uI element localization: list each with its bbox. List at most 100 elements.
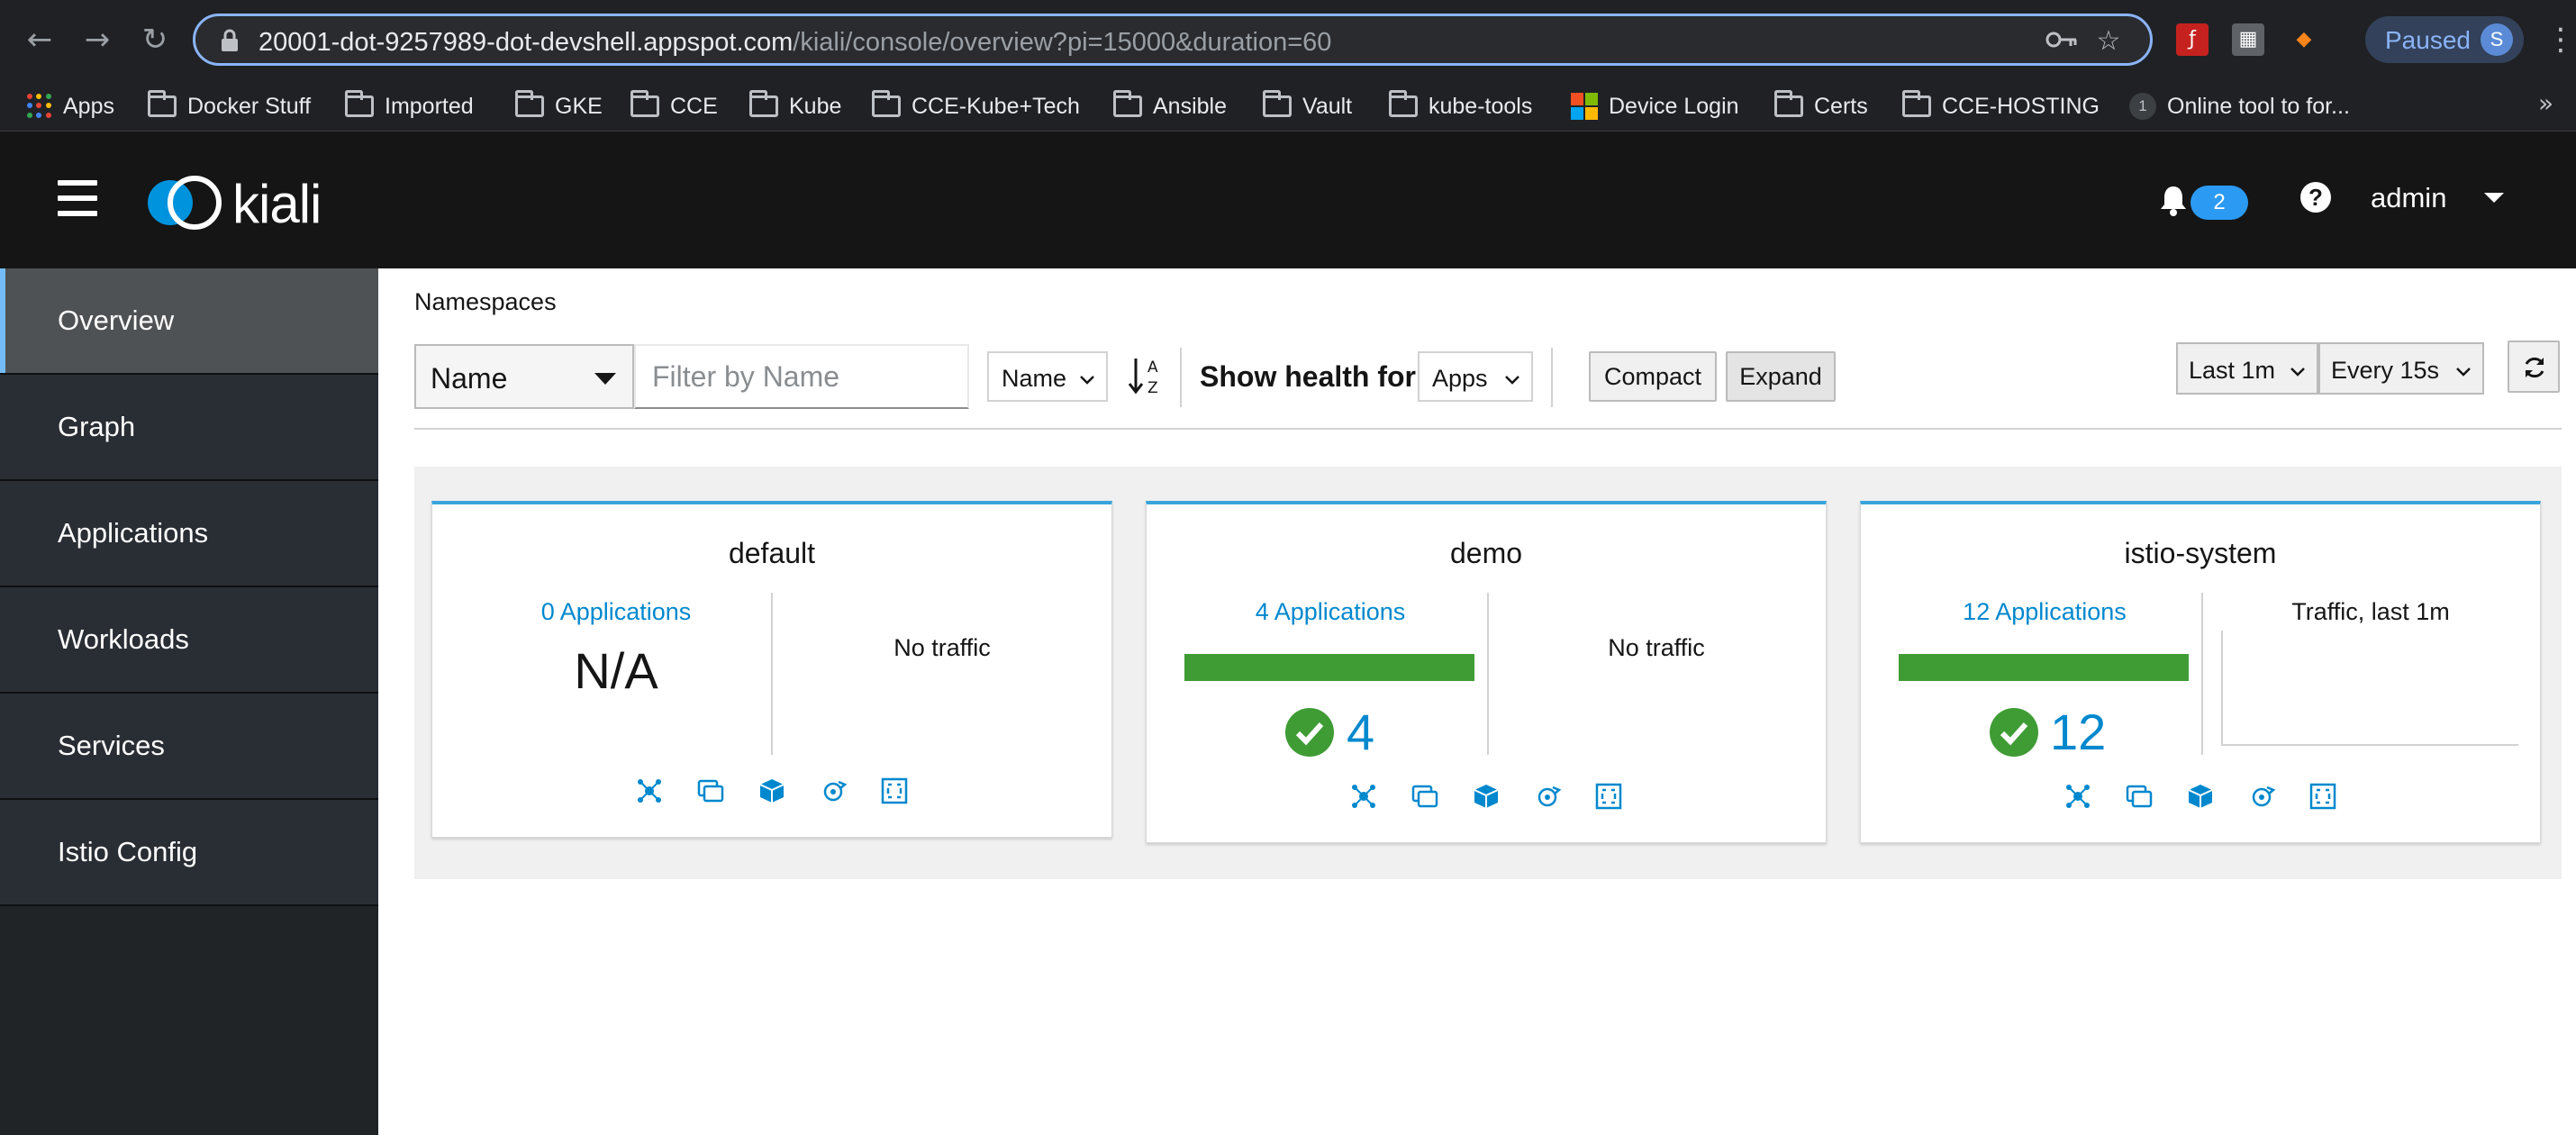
- health-type-select[interactable]: Apps: [1418, 351, 1533, 402]
- workloads-icon[interactable]: [757, 776, 786, 805]
- chevron-down-icon: [1505, 376, 1519, 385]
- workloads-icon[interactable]: [2186, 782, 2215, 811]
- duration-select[interactable]: Last 1m: [2176, 342, 2318, 395]
- sidebar-item-label: Applications: [58, 517, 209, 549]
- chevron-down-icon[interactable]: [2481, 184, 2508, 211]
- namespace-card-default: default 0 Applications N/A No traffic: [431, 501, 1112, 838]
- namespace-links: [1147, 782, 1826, 818]
- kiali-logo-icon: [148, 176, 222, 230]
- show-health-label: Show health for: [1200, 360, 1416, 393]
- refresh-button[interactable]: [2508, 340, 2560, 393]
- services-icon[interactable]: [819, 776, 848, 805]
- notification-count-badge[interactable]: 2: [2191, 186, 2248, 220]
- bookmark-item[interactable]: CCE-Kube+Tech: [872, 81, 1080, 132]
- namespace-name: default: [728, 537, 816, 569]
- compact-button[interactable]: Compact: [1589, 351, 1717, 402]
- masthead: kiali 2 ? admin: [0, 132, 2576, 268]
- hamburger-menu-icon[interactable]: [58, 180, 97, 216]
- bookmark-item[interactable]: 1 Online tool to for...: [2129, 81, 2350, 132]
- reload-icon[interactable]: ↻: [135, 20, 175, 59]
- sidebar-item-istio-config[interactable]: Istio Config: [0, 800, 378, 906]
- bookmark-item[interactable]: Device Login: [1571, 81, 1739, 132]
- sidebar-item-label: Services: [58, 730, 165, 761]
- applications-icon[interactable]: [696, 776, 725, 805]
- bookmark-item[interactable]: Apps: [27, 81, 114, 132]
- bookmark-item[interactable]: Docker Stuff: [148, 81, 311, 132]
- graph-topology-icon[interactable]: [1349, 782, 1378, 811]
- healthy-count[interactable]: 12: [2050, 703, 2106, 761]
- metamask-extension-icon[interactable]: ◆: [2288, 23, 2320, 56]
- svg-text:A: A: [1147, 359, 1158, 377]
- applications-link[interactable]: 4 Applications: [1147, 598, 1514, 626]
- bookmark-label: Ansible: [1153, 93, 1227, 119]
- workloads-icon[interactable]: [1472, 782, 1501, 811]
- bookmarks-bar: Apps Docker Stuff Imported GKE CCE Kube CCE-Ku…: [0, 81, 2576, 132]
- profile-paused-button[interactable]: Paused S: [2365, 16, 2524, 63]
- applications-link[interactable]: 0 Applications: [432, 598, 800, 626]
- filter-type-select[interactable]: Name: [414, 344, 634, 409]
- bell-icon[interactable]: [2158, 184, 2189, 216]
- healthy-count[interactable]: 4: [1347, 703, 1374, 761]
- namespace-links: [432, 776, 1111, 813]
- kiali-logo-text: kiali: [232, 174, 322, 234]
- apps-grid-icon: [27, 94, 52, 119]
- bookmark-label: Online tool to for...: [2167, 93, 2350, 119]
- namespace-card-istio-system: istio-system 12 Applications 12 Traffic,…: [1860, 501, 2541, 843]
- bookmark-label: kube-tools: [1429, 93, 1533, 119]
- services-icon[interactable]: [2247, 782, 2276, 811]
- toolbar-separator: [1551, 348, 1553, 407]
- sidebar-item-applications[interactable]: Applications: [0, 481, 378, 587]
- forward-icon[interactable]: →: [77, 20, 117, 59]
- bookmark-item[interactable]: Vault: [1263, 81, 1352, 132]
- bookmark-item[interactable]: GKE: [515, 81, 603, 132]
- kiali-logo[interactable]: kiali: [142, 168, 358, 236]
- istio-config-icon[interactable]: [1594, 782, 1623, 811]
- filter-by-name-input[interactable]: [634, 344, 969, 409]
- chart-extension-icon[interactable]: ▦: [2232, 23, 2264, 56]
- bookmark-item[interactable]: Certs: [1774, 81, 1868, 132]
- istio-config-icon[interactable]: [880, 776, 909, 805]
- folder-icon: [1263, 90, 1292, 117]
- flash-extension-icon[interactable]: ƒ: [2176, 23, 2209, 56]
- user-menu-label[interactable]: admin: [2371, 182, 2446, 214]
- svg-text:Z: Z: [1147, 379, 1158, 396]
- istio-config-icon[interactable]: [2308, 782, 2337, 811]
- folder-icon: [1389, 90, 1418, 117]
- sort-field-value: Name: [1002, 365, 1067, 392]
- help-icon[interactable]: ?: [2300, 182, 2331, 213]
- graph-topology-icon[interactable]: [635, 776, 664, 805]
- sidebar-item-graph[interactable]: Graph: [0, 375, 378, 481]
- applications-icon[interactable]: [2125, 782, 2154, 811]
- applications-icon[interactable]: [1410, 782, 1439, 811]
- bookmark-item[interactable]: Ansible: [1113, 81, 1227, 132]
- chevron-down-icon: [1080, 376, 1094, 385]
- star-icon[interactable]: ☆: [2091, 23, 2127, 59]
- sort-field-select[interactable]: Name: [987, 351, 1108, 402]
- sidebar-item-overview[interactable]: Overview: [0, 268, 378, 375]
- key-icon[interactable]: [2045, 29, 2078, 50]
- expand-button[interactable]: Expand: [1726, 351, 1836, 402]
- bookmark-item[interactable]: CCE-HOSTING: [1902, 81, 2100, 132]
- bookmark-item[interactable]: CCE: [630, 81, 718, 132]
- sidebar-item-services[interactable]: Services: [0, 694, 378, 800]
- bookmarks-overflow-icon[interactable]: »: [2538, 88, 2553, 118]
- sort-alpha-ascending-icon[interactable]: A Z: [1128, 355, 1166, 396]
- graph-topology-icon[interactable]: [2064, 782, 2092, 811]
- bookmark-item[interactable]: Kube: [749, 81, 841, 132]
- services-icon[interactable]: [1533, 782, 1562, 811]
- health-status-na: N/A: [574, 642, 658, 699]
- bookmark-label: Kube: [789, 93, 842, 119]
- refresh-interval-select[interactable]: Every 15s: [2318, 342, 2484, 395]
- refresh-interval-value: Every 15s: [2331, 357, 2440, 384]
- sidebar-item-workloads[interactable]: Workloads: [0, 587, 378, 694]
- refresh-icon: [2525, 357, 2544, 378]
- address-bar[interactable]: 20001-dot-9257989-dot-devshell.appspot.c…: [193, 14, 2153, 66]
- back-icon[interactable]: ←: [20, 20, 59, 59]
- traffic-chart-title: Traffic, last 1m: [2291, 598, 2450, 625]
- folder-icon: [515, 90, 544, 117]
- bookmark-item[interactable]: Imported: [345, 81, 474, 132]
- folder-icon: [148, 90, 177, 117]
- bookmark-item[interactable]: kube-tools: [1389, 81, 1532, 132]
- applications-link[interactable]: 12 Applications: [1861, 598, 2228, 626]
- browser-menu-icon[interactable]: ⋮: [2545, 20, 2576, 59]
